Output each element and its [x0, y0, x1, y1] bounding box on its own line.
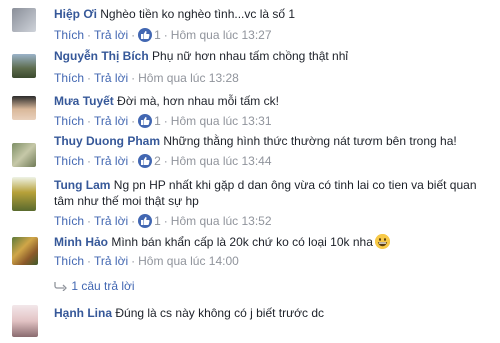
like-button[interactable]: Thích [54, 114, 84, 128]
like-count: 1 [154, 114, 161, 128]
comment-text: Những thằng hình thức thường nát tươm bê… [163, 134, 457, 148]
reply-button[interactable]: Trả lời [94, 154, 128, 168]
comment-author[interactable]: Hạnh Lina [54, 306, 112, 320]
comment-author[interactable]: Nguyễn Thị Bích [54, 49, 149, 63]
reply-button[interactable]: Trả lời [94, 28, 128, 42]
comment-text: Đời mà, hơn nhau mỗi tấm ck! [117, 94, 279, 108]
avatar[interactable] [12, 96, 36, 120]
comment-timestamp[interactable]: Hôm qua lúc 13:27 [171, 28, 272, 42]
comment-text: Ng pn HP nhất khi gặp d dan ông vừa có t… [54, 178, 477, 208]
like-reaction-icon[interactable] [138, 28, 153, 42]
like-reaction-icon[interactable] [138, 154, 153, 168]
comment-timestamp[interactable]: Hôm qua lúc 14:00 [138, 254, 239, 268]
view-replies-link[interactable]: 1 câu trả lời [54, 279, 135, 293]
avatar[interactable] [12, 143, 36, 167]
comment-text: Nghèo tiền ko nghèo tình...vc là số 1 [100, 7, 296, 21]
replies-count[interactable]: 1 câu trả lời [71, 279, 134, 293]
comment-text: Mình bán khẩn cấp là 20k chứ ko có loại … [111, 235, 373, 249]
comment-text: Đúng là cs này không có j biết trước dc [115, 306, 325, 320]
avatar[interactable] [12, 8, 36, 32]
comment-author[interactable]: Minh Hảo [54, 235, 108, 249]
comment-timestamp[interactable]: Hôm qua lúc 13:28 [138, 71, 239, 85]
like-reaction-icon[interactable] [138, 214, 153, 228]
avatar[interactable] [12, 237, 38, 265]
like-button[interactable]: Thích [54, 28, 84, 42]
comment-author[interactable]: Mưa Tuyết [54, 94, 114, 108]
comment-timestamp[interactable]: Hôm qua lúc 13:52 [171, 214, 272, 228]
reply-button[interactable]: Trả lời [94, 254, 128, 268]
like-button[interactable]: Thích [54, 254, 84, 268]
reply-button[interactable]: Trả lời [94, 214, 128, 228]
reply-button[interactable]: Trả lời [94, 114, 128, 128]
comment-author[interactable]: Hiệp Ơi [54, 7, 97, 21]
like-count: 1 [154, 28, 161, 42]
avatar[interactable] [12, 54, 36, 78]
like-button[interactable]: Thích [54, 71, 84, 85]
grinning-face-emoji-icon [374, 234, 390, 249]
comment-text: Phụ nữ hơn nhau tấm chồng thật nhỉ [152, 49, 349, 63]
like-count: 2 [154, 154, 161, 168]
avatar[interactable] [12, 305, 38, 337]
like-button[interactable]: Thích [54, 214, 84, 228]
comment-timestamp[interactable]: Hôm qua lúc 13:44 [171, 154, 272, 168]
reply-arrow-icon [54, 280, 68, 292]
comment-author[interactable]: Tung Lam [54, 178, 110, 192]
like-button[interactable]: Thích [54, 154, 84, 168]
like-reaction-icon[interactable] [138, 114, 153, 128]
reply-button[interactable]: Trả lời [94, 71, 128, 85]
avatar[interactable] [12, 177, 36, 211]
comment-timestamp[interactable]: Hôm qua lúc 13:31 [171, 114, 272, 128]
comment-author[interactable]: Thuy Duong Pham [54, 134, 160, 148]
like-count: 1 [154, 214, 161, 228]
